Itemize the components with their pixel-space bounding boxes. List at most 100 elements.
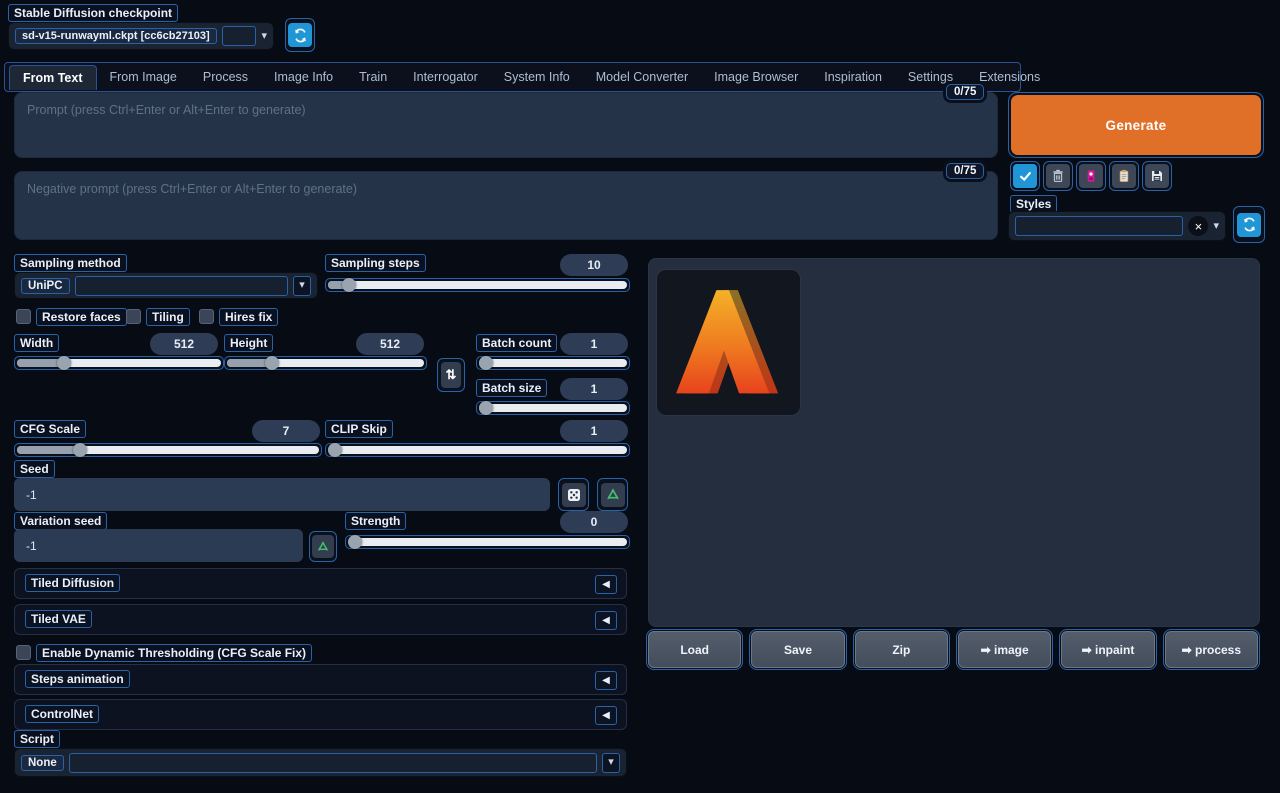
height-slider[interactable] [224, 356, 427, 370]
accordion-collapse-icon[interactable]: ◀ [595, 611, 617, 630]
variation-strength-label: Strength [345, 512, 406, 530]
styles-dropdown[interactable]: × ▾ [1008, 211, 1226, 241]
negative-prompt-input[interactable] [14, 171, 998, 240]
restore-faces-label: Restore faces [36, 308, 127, 326]
cfg-scale-label: CFG Scale [14, 420, 86, 438]
negative-prompt-token-counter: 0/75 [946, 163, 984, 179]
tiling-checkbox[interactable] [126, 309, 141, 324]
variation-seed-input[interactable] [14, 529, 303, 562]
load-button[interactable]: Load [648, 631, 741, 668]
hires-fix-checkbox[interactable] [199, 309, 214, 324]
chevron-down-icon[interactable]: ▾ [602, 753, 620, 773]
checkpoint-value[interactable]: sd-v15-runwayml.ckpt [cc6cb27103] [15, 28, 217, 44]
cfg-scale-slider[interactable] [14, 443, 322, 457]
clear-prompt-button[interactable] [1043, 161, 1073, 191]
accordion-collapse-icon[interactable]: ◀ [595, 706, 617, 725]
tab-image-info[interactable]: Image Info [261, 65, 346, 89]
tab-inspiration[interactable]: Inspiration [811, 65, 895, 89]
swap-width-height-button[interactable]: ⇅ [437, 358, 465, 392]
width-label: Width [14, 334, 59, 352]
height-value[interactable]: 512 [356, 333, 424, 355]
controlnet-accordion[interactable]: ControlNet ◀ [14, 699, 627, 730]
clear-styles-icon[interactable]: × [1188, 216, 1208, 236]
tab-system-info[interactable]: System Info [491, 65, 583, 89]
reuse-seed-button[interactable] [597, 478, 628, 511]
tiling-label: Tiling [146, 308, 190, 326]
send-to-image-button[interactable]: ➡ image [958, 631, 1051, 668]
swap-arrows-icon: ⇅ [441, 362, 461, 388]
sampling-steps-slider[interactable] [325, 278, 630, 292]
generate-button-frame: Generate [1008, 92, 1264, 158]
clip-skip-slider[interactable] [325, 443, 630, 457]
refresh-styles-button[interactable] [1233, 206, 1265, 243]
reuse-variation-seed-button[interactable] [309, 531, 337, 562]
batch-count-value[interactable]: 1 [560, 333, 628, 355]
tab-train[interactable]: Train [346, 65, 400, 89]
batch-size-label: Batch size [476, 379, 547, 397]
tiled-vae-accordion[interactable]: Tiled VAE ◀ [14, 604, 627, 635]
styles-input[interactable] [1015, 216, 1183, 236]
sampling-steps-value[interactable]: 10 [560, 254, 628, 276]
save-button[interactable]: Save [751, 631, 844, 668]
app-logo-icon [666, 279, 792, 407]
tab-from-text[interactable]: From Text [9, 65, 97, 90]
prompt-input[interactable] [14, 92, 998, 158]
checkpoint-search-input[interactable] [222, 26, 257, 46]
zip-button[interactable]: Zip [855, 631, 948, 668]
recycle-icon [312, 535, 334, 558]
restore-faces-checkbox[interactable] [16, 309, 31, 324]
script-value[interactable]: None [21, 755, 64, 771]
batch-size-value[interactable]: 1 [560, 378, 628, 400]
tab-process[interactable]: Process [190, 65, 261, 89]
steps-animation-accordion[interactable]: Steps animation ◀ [14, 664, 627, 695]
gallery-thumbnail[interactable] [656, 269, 801, 416]
seed-label: Seed [14, 460, 55, 478]
tab-image-browser[interactable]: Image Browser [701, 65, 811, 89]
dynamic-thresholding-checkbox[interactable] [16, 645, 31, 660]
clip-skip-value[interactable]: 1 [560, 420, 628, 442]
result-gallery-panel [648, 258, 1260, 627]
check-icon [1013, 164, 1037, 188]
clip-skip-label: CLIP Skip [325, 420, 393, 438]
tab-model-converter[interactable]: Model Converter [583, 65, 701, 89]
app-window: Stable Diffusion checkpoint sd-v15-runwa… [0, 0, 1280, 793]
random-seed-button[interactable] [558, 478, 589, 511]
send-to-process-button[interactable]: ➡ process [1165, 631, 1258, 668]
checkpoint-dropdown[interactable]: sd-v15-runwayml.ckpt [cc6cb27103] ▾ [8, 22, 274, 50]
steps-animation-label: Steps animation [25, 670, 130, 688]
generate-button[interactable]: Generate [1011, 95, 1261, 155]
seed-input[interactable] [14, 478, 550, 511]
chevron-down-icon[interactable]: ▾ [261, 31, 267, 42]
paste-params-button[interactable] [1010, 161, 1040, 191]
accordion-collapse-icon[interactable]: ◀ [595, 671, 617, 690]
variation-strength-slider[interactable] [345, 535, 630, 549]
floppy-disk-icon [1145, 164, 1169, 188]
save-style-button[interactable] [1142, 161, 1172, 191]
extra-networks-button[interactable] [1076, 161, 1106, 191]
script-label: Script [14, 730, 60, 748]
batch-size-slider[interactable] [476, 401, 630, 415]
batch-count-slider[interactable] [476, 356, 630, 370]
script-dropdown[interactable]: None ▾ [14, 748, 627, 777]
main-tabbar: From Text From Image Process Image Info … [4, 62, 1021, 92]
variation-strength-value[interactable]: 0 [560, 511, 628, 533]
variation-seed-label: Variation seed [14, 512, 107, 530]
script-input[interactable] [69, 753, 597, 773]
tab-interrogator[interactable]: Interrogator [400, 65, 491, 89]
width-value[interactable]: 512 [150, 333, 218, 355]
tab-from-image[interactable]: From Image [97, 65, 190, 89]
width-slider[interactable] [14, 356, 224, 370]
refresh-checkpoints-button[interactable] [285, 18, 315, 52]
accordion-collapse-icon[interactable]: ◀ [595, 575, 617, 594]
card-icon [1079, 164, 1103, 188]
refresh-icon [1237, 213, 1261, 237]
cfg-scale-value[interactable]: 7 [252, 420, 320, 442]
apply-styles-button[interactable] [1109, 161, 1139, 191]
send-to-inpaint-button[interactable]: ➡ inpaint [1061, 631, 1154, 668]
sampling-method-value[interactable]: UniPC [21, 278, 70, 294]
tiled-diffusion-accordion[interactable]: Tiled Diffusion ◀ [14, 568, 627, 599]
sampling-method-input[interactable] [75, 276, 289, 296]
sampling-method-dropdown[interactable]: UniPC ▾ [14, 272, 318, 299]
chevron-down-icon[interactable]: ▾ [293, 276, 311, 296]
chevron-down-icon[interactable]: ▾ [1213, 221, 1219, 232]
